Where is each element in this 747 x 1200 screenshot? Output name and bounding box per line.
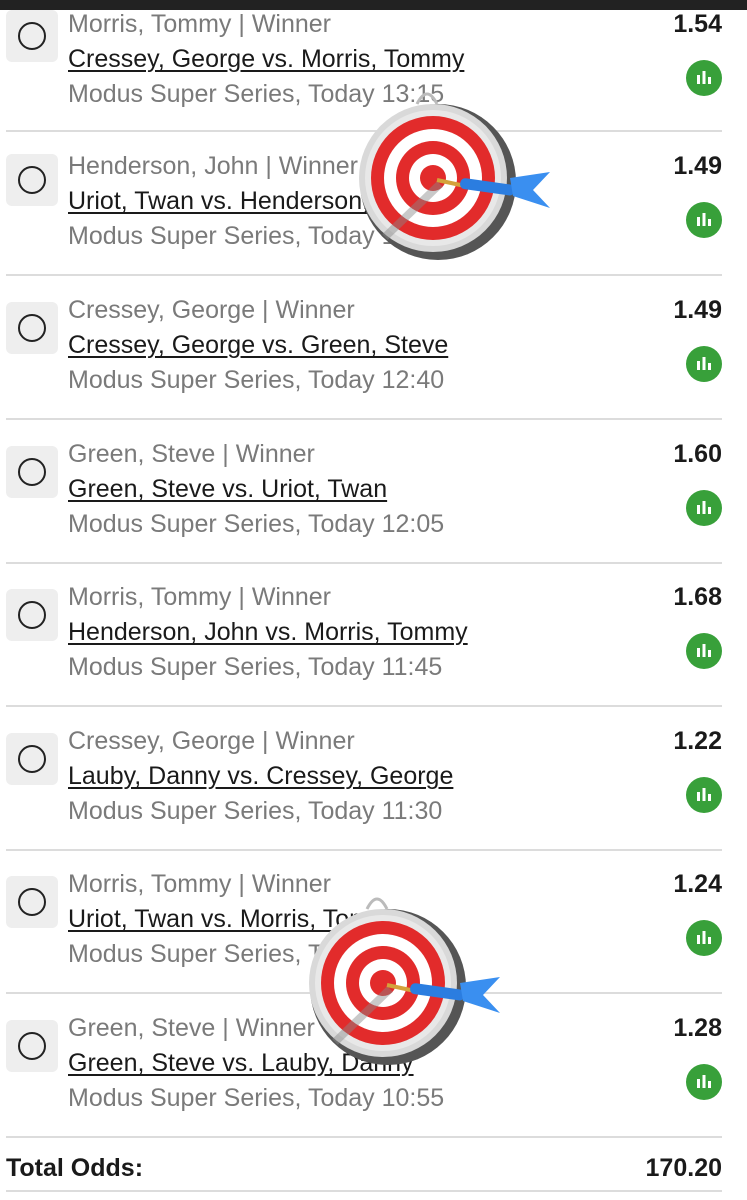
bar-chart-icon (697, 788, 711, 801)
selection-label: Morris, Tommy | Winner (68, 583, 332, 611)
stats-button[interactable] (686, 633, 722, 669)
selection-label: Green, Steve | Winner (68, 440, 315, 468)
event-info: Modus Super Series, Today 10:55 (68, 1084, 445, 1112)
event-info: Modus Super Series, Today 11:30 (68, 797, 443, 825)
bar-chart-icon (697, 644, 711, 657)
selection-label: Morris, Tommy | Winner (68, 10, 332, 38)
odds-value: 1.60 (673, 440, 722, 468)
event-info: Modus Super Series, Today 12:05 (68, 510, 445, 538)
radio-unchecked-icon (18, 166, 46, 194)
radio-unchecked-icon (18, 458, 46, 486)
odds-value: 1.54 (673, 10, 722, 38)
odds-value: 1.22 (673, 727, 722, 755)
radio-button[interactable] (6, 876, 58, 928)
radio-button[interactable] (6, 10, 58, 62)
match-link[interactable]: Cressey, George vs. Green, Steve (68, 331, 448, 360)
match-link[interactable]: Green, Steve vs. Uriot, Twan (68, 475, 387, 504)
bet-row: Morris, Tommy | Winner Henderson, John v… (6, 563, 722, 707)
selection-label: Henderson, John | Winner (68, 152, 358, 180)
selection-label: Green, Steve | Winner (68, 1014, 315, 1042)
dartboard-emoji (359, 92, 550, 260)
radio-unchecked-icon (18, 745, 46, 773)
selection-label: Cressey, George | Winner (68, 296, 355, 324)
bet-row: Green, Steve | Winner Green, Steve vs. U… (6, 420, 722, 564)
stats-button[interactable] (686, 1064, 722, 1100)
odds-value: 1.24 (673, 870, 722, 898)
radio-unchecked-icon (18, 601, 46, 629)
bar-chart-icon (697, 1075, 711, 1088)
stats-button[interactable] (686, 60, 722, 96)
event-info: Modus Super Series, Today 12:40 (68, 366, 445, 394)
radio-unchecked-icon (18, 1032, 46, 1060)
bar-chart-icon (697, 501, 711, 514)
radio-unchecked-icon (18, 22, 46, 50)
radio-button[interactable] (6, 589, 58, 641)
radio-button[interactable] (6, 1020, 58, 1072)
bet-row: Cressey, George | Winner Lauby, Danny vs… (6, 707, 722, 851)
bet-row: Cressey, George | Winner Cressey, George… (6, 276, 722, 420)
selection-label: Cressey, George | Winner (68, 727, 355, 755)
dartboard-emoji (309, 897, 500, 1065)
odds-value: 1.28 (673, 1014, 722, 1042)
stats-button[interactable] (686, 202, 722, 238)
event-info: Modus Super Series, Today 11:45 (68, 653, 443, 681)
match-link[interactable]: Lauby, Danny vs. Cressey, George (68, 762, 453, 791)
bar-chart-icon (697, 357, 711, 370)
odds-value: 1.68 (673, 583, 722, 611)
stats-button[interactable] (686, 920, 722, 956)
radio-button[interactable] (6, 733, 58, 785)
stats-button[interactable] (686, 777, 722, 813)
bar-chart-icon (697, 931, 711, 944)
total-odds-row: Total Odds: 170.20 (6, 1150, 722, 1192)
stats-button[interactable] (686, 490, 722, 526)
radio-button[interactable] (6, 446, 58, 498)
match-link[interactable]: Henderson, John vs. Morris, Tommy (68, 618, 468, 647)
radio-unchecked-icon (18, 888, 46, 916)
bar-chart-icon (697, 71, 711, 84)
radio-unchecked-icon (18, 314, 46, 342)
radio-button[interactable] (6, 302, 58, 354)
odds-value: 1.49 (673, 296, 722, 324)
total-odds-label: Total Odds: (6, 1154, 144, 1182)
total-odds-value: 170.20 (645, 1154, 722, 1182)
selection-label: Morris, Tommy | Winner (68, 870, 332, 898)
odds-value: 1.49 (673, 152, 722, 180)
bar-chart-icon (697, 213, 711, 226)
stats-button[interactable] (686, 346, 722, 382)
match-link[interactable]: Cressey, George vs. Morris, Tommy (68, 45, 464, 74)
radio-button[interactable] (6, 154, 58, 206)
